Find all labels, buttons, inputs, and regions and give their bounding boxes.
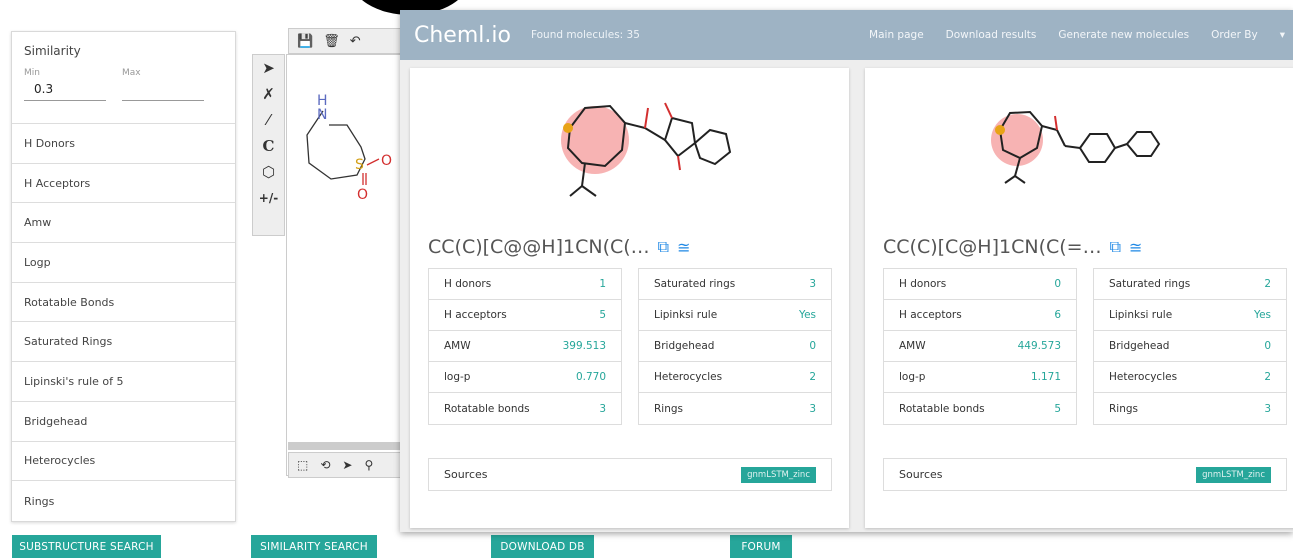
table-row: Rotatable bonds 3: [444, 402, 606, 415]
table-row: Saturated rings 2: [1094, 269, 1286, 300]
editor-bottom-toolbar: ⬚ ⟲ ➤ ⚲: [288, 452, 412, 478]
atom-s: S: [355, 157, 364, 173]
atom-n: N: [317, 107, 327, 123]
props-table-left: H donors 0 H acceptors 6 AMW 449.573 log-p 1…: [883, 268, 1077, 425]
nav-main-page[interactable]: Main page: [869, 29, 924, 41]
sources-label: Sources: [899, 468, 943, 481]
filter-panel: Similarity Min 0.3 Max H Donors H Accept…: [11, 31, 236, 522]
filter-h-donors[interactable]: H Donors: [12, 124, 235, 164]
editor-scrollbar[interactable]: [288, 442, 412, 450]
charge-tool[interactable]: +/-: [253, 185, 284, 211]
single-bond-icon[interactable]: ⁄: [253, 107, 284, 133]
fragment-icon[interactable]: ➤: [342, 458, 352, 472]
filter-saturated-rings[interactable]: Saturated Rings: [12, 322, 235, 363]
table-row: Heterocycles 2: [1094, 362, 1286, 393]
molecule-card: CC(C)[C@H]1CN(C(=… ⧉ ≅ H donors 0 H accep…: [865, 68, 1293, 528]
table-row: Saturated rings 3: [639, 269, 831, 300]
props-table-right: Saturated rings 3 Lipinksi rule Yes Bridge…: [638, 268, 832, 425]
table-row: Heterocycles 2: [639, 362, 831, 393]
results-window: Cheml.io Found molecules: 35 Main page D…: [400, 10, 1293, 532]
molecule-structure-image: [561, 102, 732, 197]
sources-label: Sources: [444, 468, 488, 481]
table-row: Bridgehead 0: [1094, 331, 1286, 362]
forum-button[interactable]: FORUM: [730, 535, 792, 558]
table-row: Lipinksi rule Yes: [1094, 300, 1286, 331]
chain-tool[interactable]: C: [253, 133, 284, 159]
source-badge[interactable]: gnmLSTM_zinc: [741, 466, 816, 483]
smiles-string: CC(C)[C@@H]1CN(C(…: [428, 236, 650, 258]
similarity-search-button[interactable]: SIMILARITY SEARCH: [251, 535, 377, 558]
brand-logo[interactable]: Cheml.io: [414, 23, 511, 48]
sources-row: Sources gnmLSTM_zinc: [883, 458, 1287, 491]
max-label: Max: [122, 68, 141, 78]
table-row: H donors 1: [429, 269, 621, 300]
table-row: H acceptors 6: [884, 300, 1076, 331]
similarity-filter: Similarity Min 0.3 Max: [12, 32, 235, 124]
chevron-down-icon[interactable]: ▾: [1280, 29, 1285, 41]
molecule-editor[interactable]: 💾 🗑 ↶ H N S O O ➤ ✗ ⁄ C ⬡ +/- ⬚ ⟲ ➤ ⚲: [252, 24, 414, 484]
table-row: AMW 449.573: [884, 331, 1076, 362]
download-db-button[interactable]: DOWNLOAD DB: [491, 535, 594, 558]
min-similarity-input[interactable]: 0.3: [24, 82, 106, 101]
copy-icon[interactable]: ⧉: [1110, 237, 1121, 257]
table-row: H donors 0: [884, 269, 1076, 300]
select-tool-icon[interactable]: ⬚: [297, 458, 308, 472]
table-row: Lipinksi rule Yes: [639, 300, 831, 331]
undo-icon[interactable]: ↶: [350, 34, 361, 49]
sources-row: Sources gnmLSTM_zinc: [428, 458, 832, 491]
editor-top-toolbar: 💾 🗑 ↶: [288, 28, 412, 54]
table-row: Rings 3: [1109, 402, 1271, 415]
save-icon[interactable]: 💾: [297, 34, 313, 49]
eraser-icon[interactable]: ✗: [253, 81, 284, 107]
filter-logp[interactable]: Logp: [12, 243, 235, 283]
filter-rings[interactable]: Rings: [12, 481, 235, 521]
substructure-search-button[interactable]: SUBSTRUCTURE SEARCH: [12, 535, 161, 558]
editor-canvas[interactable]: H N S O O: [286, 54, 414, 476]
table-row: Rings 3: [654, 402, 816, 415]
clear-icon[interactable]: 🗑: [323, 34, 340, 49]
nav-order-by[interactable]: Order By: [1211, 29, 1258, 41]
filter-amw[interactable]: Amw: [12, 203, 235, 244]
source-badge[interactable]: gnmLSTM_zinc: [1196, 466, 1271, 483]
table-row: Rotatable bonds 5: [899, 402, 1061, 415]
molecule-card: CC(C)[C@@H]1CN(C(… ⧉ ≅ H donors 1 H accep…: [410, 68, 849, 528]
props-table-right: Saturated rings 2 Lipinksi rule Yes Bridge…: [1093, 268, 1287, 425]
table-row: log-p 1.171: [884, 362, 1076, 393]
smiles-string: CC(C)[C@H]1CN(C(=…: [883, 236, 1102, 258]
min-label: Min: [24, 68, 40, 78]
filter-rotatable-bonds[interactable]: Rotatable Bonds: [12, 283, 235, 323]
filter-heterocycles[interactable]: Heterocycles: [12, 442, 235, 482]
atom-o2: O: [357, 187, 368, 203]
table-row: Bridgehead 0: [639, 331, 831, 362]
nav-download-results[interactable]: Download results: [946, 29, 1037, 41]
molecule-structure-image: [991, 110, 1161, 184]
similar-icon[interactable]: ≅: [677, 238, 690, 257]
similar-icon[interactable]: ≅: [1129, 238, 1142, 257]
ring-template-icon[interactable]: ⬡: [253, 159, 284, 185]
select-arrow-icon[interactable]: ➤: [253, 55, 284, 81]
nav-generate-molecules[interactable]: Generate new molecules: [1058, 29, 1189, 41]
filter-h-acceptors[interactable]: H Acceptors: [12, 164, 235, 204]
max-similarity-input[interactable]: [122, 82, 204, 101]
lasso-icon[interactable]: ⟲: [320, 458, 330, 472]
table-row: AMW 399.513: [429, 331, 621, 362]
table-row: H acceptors 5: [429, 300, 621, 331]
atom-o1: O: [381, 153, 392, 169]
table-row: log-p 0.770: [429, 362, 621, 393]
similarity-title[interactable]: Similarity: [24, 44, 223, 58]
editor-left-toolbar: ➤ ✗ ⁄ C ⬡ +/-: [252, 54, 285, 236]
navbar: Cheml.io Found molecules: 35 Main page D…: [400, 10, 1293, 60]
props-table-left: H donors 1 H acceptors 5 AMW 399.513 log-p 0…: [428, 268, 622, 425]
zoom-icon[interactable]: ⚲: [364, 458, 373, 472]
filter-lipinski[interactable]: Lipinski's rule of 5: [12, 362, 235, 402]
copy-icon[interactable]: ⧉: [658, 237, 669, 257]
filter-bridgehead[interactable]: Bridgehead: [12, 402, 235, 442]
found-count: Found molecules: 35: [530, 29, 640, 41]
